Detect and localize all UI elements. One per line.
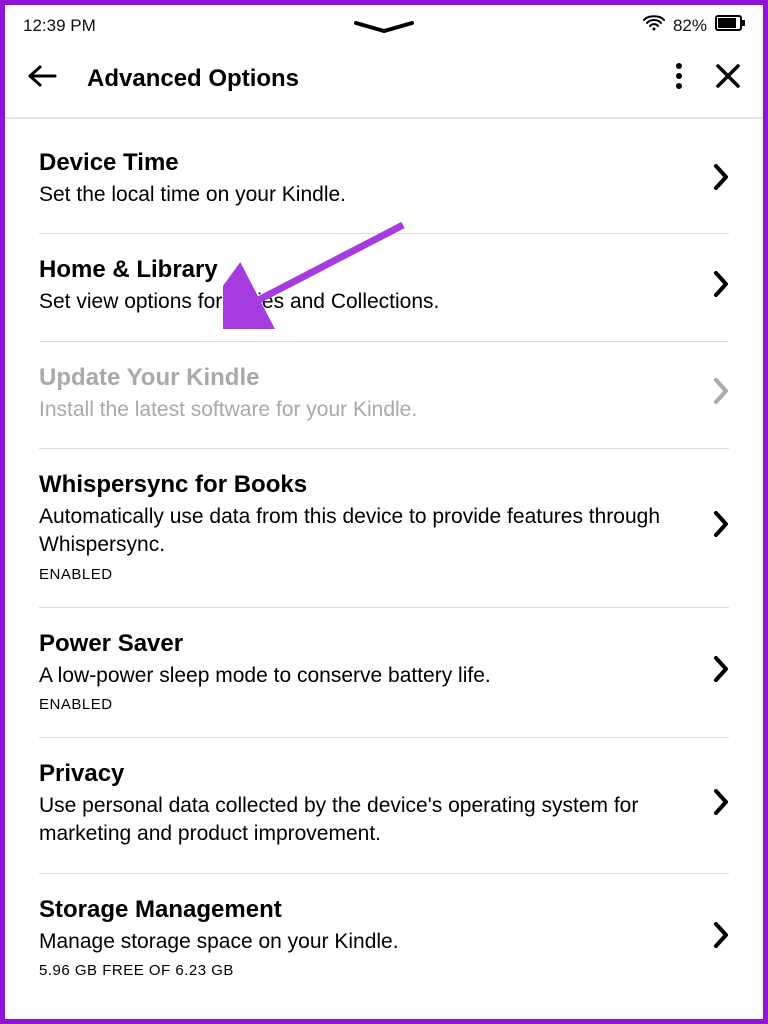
row-desc: Install the latest software for your Kin… — [39, 396, 693, 424]
chevron-right-icon — [713, 377, 729, 410]
row-title: Device Time — [39, 149, 693, 177]
battery-pct-text: 82% — [673, 16, 707, 36]
status-right: 82% — [643, 15, 745, 36]
chevron-right-icon — [713, 788, 729, 821]
chevron-right-icon — [713, 510, 729, 543]
row-text: Whispersync for Books Automatically use … — [39, 471, 713, 583]
row-title: Home & Library — [39, 256, 693, 284]
row-title: Privacy — [39, 760, 693, 788]
row-title: Whispersync for Books — [39, 471, 693, 499]
row-power-saver[interactable]: Power Saver A low-power sleep mode to co… — [39, 608, 729, 738]
row-whispersync[interactable]: Whispersync for Books Automatically use … — [39, 449, 729, 608]
battery-icon — [715, 15, 745, 36]
close-button[interactable] — [715, 63, 741, 94]
row-title: Update Your Kindle — [39, 364, 693, 392]
row-desc: A low-power sleep mode to conserve batte… — [39, 662, 693, 690]
row-privacy[interactable]: Privacy Use personal data collected by t… — [39, 738, 729, 874]
clock-text: 12:39 PM — [23, 16, 96, 36]
row-device-time[interactable]: Device Time Set the local time on your K… — [39, 119, 729, 234]
page-title: Advanced Options — [87, 65, 299, 93]
row-desc: Set view options for series and Collecti… — [39, 288, 693, 316]
settings-list: Device Time Set the local time on your K… — [5, 119, 763, 1003]
row-text: Storage Management Manage storage space … — [39, 896, 713, 979]
row-desc: Manage storage space on your Kindle. — [39, 928, 693, 956]
row-home-library[interactable]: Home & Library Set view options for seri… — [39, 234, 729, 341]
row-text: Home & Library Set view options for seri… — [39, 256, 713, 316]
back-button[interactable] — [27, 64, 57, 93]
row-status: ENABLED — [39, 566, 693, 583]
row-title: Storage Management — [39, 896, 693, 924]
row-update-kindle: Update Your Kindle Install the latest so… — [39, 342, 729, 449]
header-right — [675, 62, 741, 95]
header: Advanced Options — [5, 42, 763, 119]
wifi-icon — [643, 15, 665, 36]
row-title: Power Saver — [39, 630, 693, 658]
row-text: Privacy Use personal data collected by t… — [39, 760, 713, 849]
row-desc: Set the local time on your Kindle. — [39, 181, 693, 209]
row-status: 5.96 GB FREE OF 6.23 GB — [39, 962, 693, 979]
row-status: ENABLED — [39, 696, 693, 713]
row-text: Update Your Kindle Install the latest so… — [39, 364, 713, 424]
chevron-right-icon — [713, 921, 729, 954]
chevron-right-icon — [713, 270, 729, 303]
row-desc: Automatically use data from this device … — [39, 503, 693, 560]
menu-button[interactable] — [675, 62, 683, 95]
row-text: Device Time Set the local time on your K… — [39, 149, 713, 209]
chevron-right-icon — [713, 163, 729, 196]
header-left: Advanced Options — [27, 64, 299, 93]
row-desc: Use personal data collected by the devic… — [39, 792, 693, 849]
row-text: Power Saver A low-power sleep mode to co… — [39, 630, 713, 713]
swipe-handle-icon[interactable] — [354, 21, 414, 35]
row-storage-management[interactable]: Storage Management Manage storage space … — [39, 874, 729, 1003]
chevron-right-icon — [713, 655, 729, 688]
